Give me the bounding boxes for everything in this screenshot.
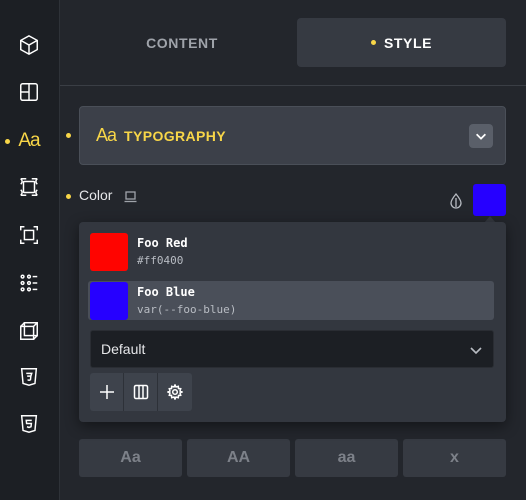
tab-style-label: STYLE	[383, 34, 433, 51]
palette-item-name: Foo Red	[137, 236, 188, 250]
palette-toolbar	[90, 373, 192, 411]
palette-select[interactable]: Default	[90, 330, 494, 368]
typography-modified-dot	[66, 133, 71, 138]
active-indicator	[5, 139, 10, 144]
typography-glyph: Aa	[18, 130, 40, 151]
palette-item-value: #ff0400	[137, 254, 184, 267]
palette-settings-button[interactable]	[158, 373, 192, 411]
case-uppercase-button[interactable]: AA	[187, 439, 290, 477]
palette-item-value: var(--foo-blue)	[137, 303, 237, 316]
chevron-down-icon[interactable]	[469, 124, 493, 148]
tab-style-dot	[370, 40, 376, 45]
layout-icon[interactable]	[15, 78, 43, 106]
typography-icon[interactable]: Aa	[15, 127, 43, 155]
palette-item-foo-red[interactable]: Foo Red #ff0400	[88, 232, 494, 271]
color-modified-dot	[66, 194, 71, 199]
color-label: Color	[79, 187, 113, 203]
plus-icon	[99, 385, 114, 399]
typography-section-title: TYPOGRAPHY	[124, 127, 227, 144]
color-picker-popup: Foo Red #ff0400 Foo Blue var(--foo-blue)…	[79, 222, 506, 422]
monitor-icon[interactable]	[124, 190, 137, 203]
palette-swatch	[90, 233, 128, 271]
palette-item-foo-blue[interactable]: Foo Blue var(--foo-blue)	[88, 281, 494, 320]
spacing-icon[interactable]	[15, 173, 43, 201]
case-none-button[interactable]: x	[403, 439, 506, 477]
css3-icon[interactable]	[15, 363, 43, 391]
tab-style[interactable]: STYLE	[297, 18, 506, 67]
typography-section-icon: Aa	[96, 125, 117, 145]
columns-icon	[133, 384, 148, 400]
typography-section-header[interactable]: Aa TYPOGRAPHY	[79, 106, 506, 165]
html5-icon[interactable]	[15, 410, 43, 438]
palette-select-value: Default	[101, 341, 146, 357]
chevron-down-icon	[469, 343, 483, 357]
grid-dots-icon[interactable]	[15, 269, 43, 297]
palette-item-name: Foo Blue	[137, 285, 195, 299]
color-swatch-button[interactable]	[473, 184, 506, 216]
tab-content[interactable]: CONTENT	[76, 18, 288, 67]
droplet-icon[interactable]	[449, 192, 463, 209]
sidebar: Aa	[0, 0, 60, 500]
cube-icon[interactable]	[15, 31, 43, 59]
manage-palettes-button[interactable]	[124, 373, 158, 411]
case-capitalize-button[interactable]: Aa	[79, 439, 182, 477]
palette-swatch	[90, 282, 128, 320]
transform-icon[interactable]	[15, 317, 43, 345]
gear-icon	[167, 384, 183, 400]
border-icon[interactable]	[15, 221, 43, 249]
panel-tabs: CONTENT STYLE	[60, 0, 526, 86]
add-color-button[interactable]	[90, 373, 124, 411]
tab-content-label: CONTENT	[146, 34, 218, 51]
case-lowercase-button[interactable]: aa	[295, 439, 398, 477]
